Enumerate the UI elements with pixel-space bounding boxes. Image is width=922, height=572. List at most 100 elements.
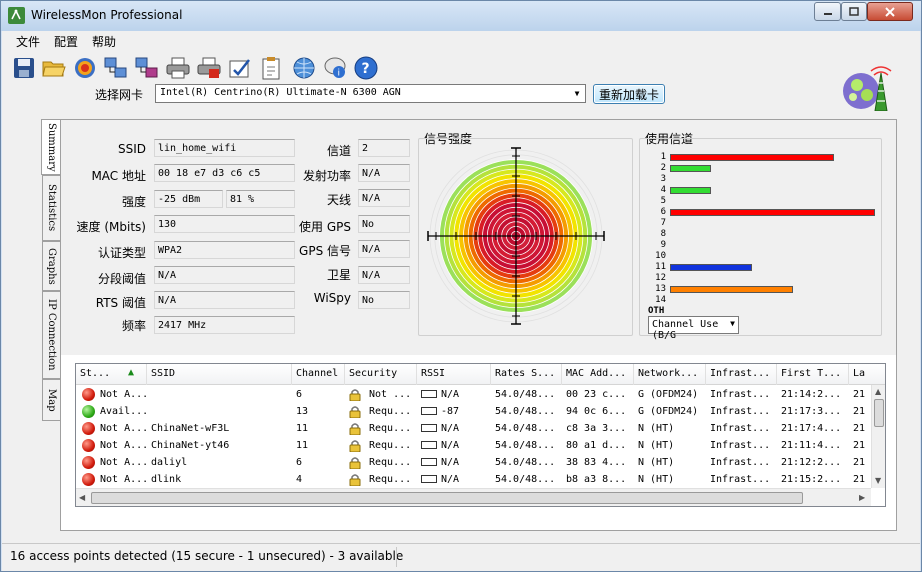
channel-bar: [670, 165, 711, 172]
table-row[interactable]: Not A... ChinaNet-wF3L 11 Requ... N/A 54.0/48…: [76, 420, 872, 437]
satellite-label: 卫星: [326, 268, 351, 282]
svg-text:i: i: [338, 69, 341, 79]
col-rates[interactable]: Rates S...: [491, 364, 562, 385]
gps-signal-label: GPS 信号: [299, 244, 351, 258]
cell-last: 21: [849, 437, 872, 454]
speed-label: 速度 (Mbits): [76, 220, 146, 234]
scroll-down-icon[interactable]: ▼: [875, 476, 881, 485]
scroll-left-icon[interactable]: ◀: [79, 493, 85, 502]
cell-mac: 80 a1 d...: [562, 437, 634, 454]
disconnect-button[interactable]: [135, 56, 159, 80]
tab-ip-connection[interactable]: IP Connection: [42, 291, 60, 379]
vertical-scroll-thumb[interactable]: [874, 399, 884, 427]
scroll-up-icon[interactable]: ▲: [875, 387, 881, 396]
close-button[interactable]: [867, 2, 913, 21]
app-icon: [8, 7, 25, 24]
cell-mac: 00 23 c...: [562, 386, 634, 403]
wirelessmon-logo-icon: [843, 66, 892, 112]
col-mac[interactable]: MAC Add...: [562, 364, 634, 385]
status-separator: [396, 547, 397, 567]
print-button[interactable]: [166, 56, 190, 80]
channel-label: 12: [655, 273, 666, 283]
record-button[interactable]: [73, 56, 97, 80]
table-row[interactable]: Not A... dlink 4 Requ... N/A 54.0/48... b8 a3 …: [76, 471, 872, 488]
col-rssi[interactable]: RSSI: [417, 364, 491, 385]
connect-button[interactable]: [104, 56, 128, 80]
lock-icon: [349, 457, 361, 469]
maximize-icon: [849, 6, 859, 16]
open-button[interactable]: [42, 56, 66, 80]
access-point-table: St... ▲ SSID Channel Security RSSI Rates …: [75, 363, 886, 507]
cell-text: 13: [296, 406, 309, 417]
channel-label: 10: [655, 251, 666, 261]
table-row[interactable]: Avail... 13 Requ... -87 54.0/48... 94 0c 6...…: [76, 403, 872, 420]
adapter-select[interactable]: Intel(R) Centrino(R) Ultimate-N 6300 AGN…: [155, 84, 586, 103]
minimize-button[interactable]: [814, 2, 841, 21]
save-button[interactable]: [12, 56, 36, 80]
help-button[interactable]: ?: [354, 56, 378, 80]
checklist-button[interactable]: [228, 56, 252, 80]
checklist-icon: [229, 59, 250, 78]
cell-security: Requ...: [345, 437, 417, 454]
cell-text: 80 a1 d...: [566, 440, 627, 451]
col-security[interactable]: Security: [345, 364, 417, 385]
title-bar: WirelessMon Professional: [1, 1, 921, 31]
cell-text: N (HT): [638, 440, 675, 451]
cell-mac: b8 a3 8...: [562, 471, 634, 488]
channel-label: 13: [655, 284, 666, 294]
scroll-right-icon[interactable]: ▶: [859, 493, 865, 502]
cell-text: b8 a3 8...: [566, 474, 627, 485]
tab-statistics[interactable]: Statistics: [42, 175, 60, 241]
maximize-button[interactable]: [841, 2, 867, 21]
channel-label: 3: [660, 174, 666, 184]
horizontal-scrollbar[interactable]: ◀ ▶: [76, 488, 871, 506]
col-ssid[interactable]: SSID: [147, 364, 292, 385]
table-row[interactable]: Not A... daliyl 6 Requ... N/A 54.0/48... 38 83…: [76, 454, 872, 471]
strength-pct-value: 81 %: [226, 190, 295, 208]
col-infrastructure[interactable]: Infrast...: [706, 364, 777, 385]
menu-config[interactable]: 配置: [54, 33, 78, 50]
tab-map[interactable]: Map: [42, 379, 60, 421]
reload-adapter-button[interactable]: 重新加载卡: [593, 84, 665, 104]
tab-summary[interactable]: Summary: [41, 119, 61, 175]
tab-graphs[interactable]: Graphs: [42, 241, 60, 291]
cell-rssi: -87: [417, 403, 491, 420]
chat-info-button[interactable]: i: [323, 56, 347, 80]
cell-text: 38 83 4...: [566, 457, 627, 468]
print-stop-button[interactable]: [197, 56, 221, 80]
lock-icon: [349, 389, 361, 401]
col-channel[interactable]: Channel: [292, 364, 345, 385]
channel-use-select[interactable]: Channel Use (B/G ▼: [648, 316, 739, 341]
table-row[interactable]: Not A... 6 Not ... N/A 54.0/48... 00 23 c... G…: [76, 386, 872, 403]
channel-value: 2: [358, 139, 410, 157]
cell-rates: 54.0/48...: [491, 454, 562, 471]
cell-last: 21: [849, 403, 872, 420]
vertical-scrollbar[interactable]: ▲ ▼: [871, 385, 885, 488]
col-network[interactable]: Network...: [634, 364, 706, 385]
cell-network: N (HT): [634, 437, 706, 454]
globe-button[interactable]: [292, 56, 316, 80]
table-row[interactable]: Not A... ChinaNet-yt46 11 Requ... N/A 54.0/48…: [76, 437, 872, 454]
cell-first: 21:14:2...: [777, 386, 849, 403]
channel-label: 信道: [326, 144, 351, 158]
cell-text: 21: [853, 389, 866, 400]
col-first-time[interactable]: First T...: [777, 364, 849, 385]
channel-use-select-value: Channel Use (B/G: [652, 319, 719, 341]
cell-mac: c8 3a 3...: [562, 420, 634, 437]
menu-help[interactable]: 帮助: [92, 33, 116, 50]
rts-label: RTS 阈值: [95, 296, 146, 310]
cell-text: ChinaNet-yt46: [151, 440, 230, 451]
cell-security: Requ...: [345, 454, 417, 471]
horizontal-scroll-thumb[interactable]: [91, 492, 803, 504]
cell-text: 21: [853, 440, 866, 451]
cell-text: 21:11:4...: [781, 440, 842, 451]
cell-text: 54.0/48...: [495, 440, 556, 451]
summary-panel: SSID lin_home_wifi MAC 地址 00 18 e7 d3 c6…: [60, 119, 897, 531]
cell-rssi: N/A: [417, 471, 491, 488]
cell-rates: 54.0/48...: [491, 437, 562, 454]
col-status[interactable]: St... ▲: [76, 364, 147, 385]
wispy-value: No: [358, 291, 410, 309]
clipboard-button[interactable]: [259, 56, 283, 80]
menu-file[interactable]: 文件: [16, 33, 40, 50]
col-last-time[interactable]: La: [849, 364, 885, 385]
